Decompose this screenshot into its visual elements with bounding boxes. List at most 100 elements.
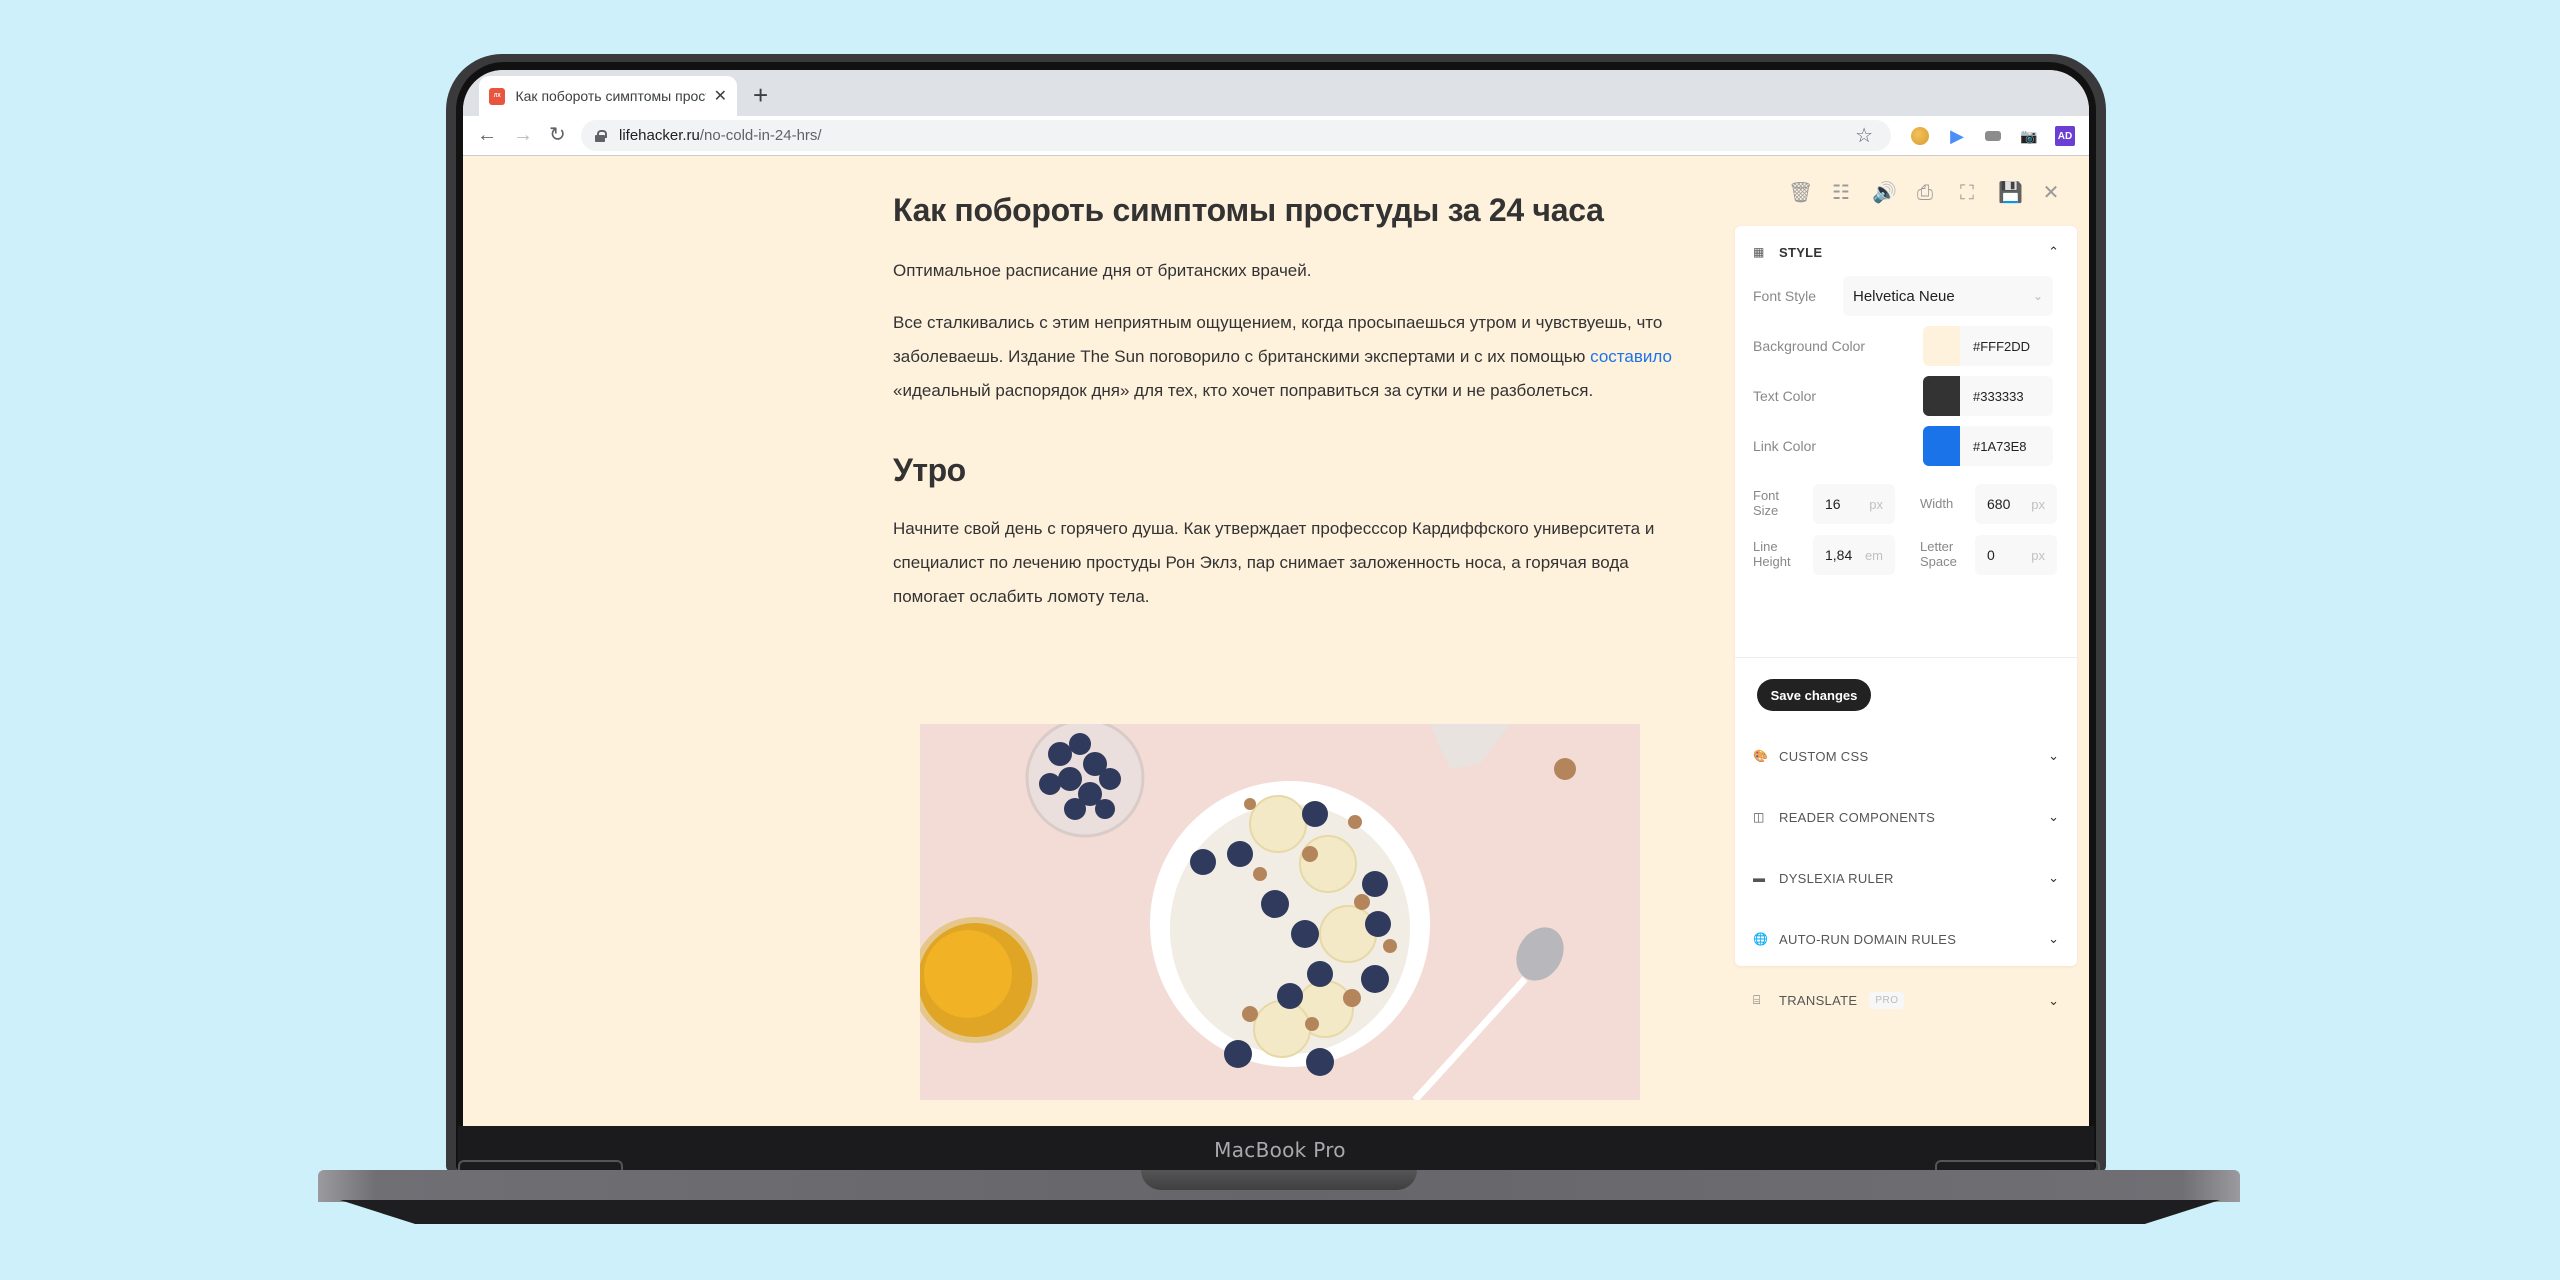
letter-space-unit: px	[2031, 547, 2045, 563]
device-label: MacBook Pro	[1214, 1138, 1346, 1162]
chevron-down-icon[interactable]: ⌄	[2048, 870, 2059, 886]
auto-run-domain-rules-section[interactable]: 🌐 AUTO-RUN DOMAIN RULES ⌄	[1753, 931, 2059, 947]
width-input[interactable]: 680 px	[1975, 484, 2057, 524]
intro-text-2: «идеальный распорядок дня» для тех, кто …	[893, 381, 1594, 400]
text-color-swatch[interactable]	[1923, 376, 1960, 416]
article: Как побороть симптомы простуды за 24 час…	[893, 190, 1683, 632]
article-image	[920, 724, 1640, 1100]
address-bar[interactable]: lifehacker.ru /no-cold-in-24-hrs/ ☆	[581, 120, 1891, 151]
settings-panel: ▦ STYLE ⌃ Font Style Helvetica Neue ⌄ Ba…	[1735, 226, 2077, 1009]
line-height-label-line2: Height	[1753, 554, 1791, 569]
new-tab-button[interactable]: +	[753, 80, 768, 110]
width-value: 680	[1987, 496, 2011, 512]
storage-extension-icon[interactable]	[1983, 126, 2003, 146]
fullscreen-icon[interactable]: ⛶	[1956, 182, 1978, 204]
link-color-swatch[interactable]	[1923, 426, 1960, 466]
custom-css-section[interactable]: 🎨 CUSTOM CSS ⌄	[1753, 748, 2059, 764]
oatmeal-photo	[920, 724, 1640, 1100]
trash-icon[interactable]: 🗑	[1788, 182, 1813, 204]
cookie-extension-icon[interactable]	[1911, 127, 1929, 145]
reader-toolbar: 🗑 ☷ 🔊 ⎙ ⛶ 💾 ✕	[1788, 182, 2062, 204]
auto-run-title: AUTO-RUN DOMAIN RULES	[1779, 931, 1957, 947]
article-link[interactable]: составило	[1590, 347, 1672, 366]
letter-space-label-line1: Letter	[1920, 539, 1954, 554]
text-color-picker[interactable]: #333333	[1923, 376, 2053, 416]
background-color-swatch[interactable]	[1923, 326, 1960, 366]
print-icon[interactable]: ⎙	[1914, 182, 1936, 204]
letter-space-value: 0	[1987, 547, 1995, 563]
section-text: Начните свой день с горячего душа. Как у…	[893, 519, 1655, 606]
line-height-value: 1,84	[1825, 547, 1853, 563]
lifehacker-favicon-icon: ЛХ	[489, 87, 506, 105]
text-color-label: Text Color	[1753, 388, 1817, 404]
dyslexia-ruler-section[interactable]: ▬ DYSLEXIA RULER ⌄	[1753, 870, 2059, 886]
url-path: /no-cold-in-24-hrs/	[699, 127, 822, 144]
letter-space-label: Letter Space	[1920, 539, 1957, 569]
bookmark-star-icon[interactable]: ☆	[1855, 123, 1873, 148]
line-height-unit: em	[1864, 547, 1883, 563]
laptop-notch	[1141, 1170, 1417, 1190]
style-title: STYLE	[1779, 244, 1823, 260]
back-icon[interactable]: ←	[477, 122, 497, 148]
pro-badge: PRO	[1869, 992, 1905, 1009]
play-extension-icon[interactable]: ▶	[1947, 126, 1967, 146]
reader-components-section[interactable]: ◫ READER COMPONENTS ⌄	[1753, 809, 2059, 825]
translate-section[interactable]: ⌸ TRANSLATE PRO ⌄	[1753, 992, 2059, 1009]
camera-extension-icon[interactable]: 📷	[2019, 126, 2039, 146]
link-color-picker[interactable]: #1A73E8	[1923, 426, 2053, 466]
background-color-picker[interactable]: #FFF2DD	[1923, 326, 2053, 366]
lock-icon	[595, 129, 607, 142]
chevron-down-icon[interactable]: ⌄	[2048, 748, 2059, 764]
link-color-value: #1A73E8	[1973, 438, 2027, 454]
font-style-value: Helvetica Neue	[1853, 287, 1955, 305]
globe-icon: 🌐	[1753, 932, 1768, 946]
line-height-label: Line Height	[1753, 539, 1791, 569]
section-heading: Утро	[893, 452, 966, 488]
browser-toolbar: ← → ↻ lifehacker.ru /no-cold-in-24-hrs/ …	[463, 116, 2089, 156]
speaker-icon[interactable]: 🔊	[1872, 182, 1897, 204]
text-color-value: #333333	[1973, 388, 2024, 404]
chevron-down-icon[interactable]: ⌄	[2048, 809, 2059, 825]
laptop-base-bottom	[340, 1200, 2220, 1224]
font-size-value: 16	[1825, 496, 1841, 512]
line-height-input[interactable]: 1,84 em	[1813, 535, 1895, 575]
style-icon: ▦	[1753, 245, 1765, 259]
save-icon[interactable]: 💾	[1998, 182, 2023, 204]
close-icon[interactable]: ✕	[2040, 182, 2062, 204]
sliders-icon[interactable]: ☷	[1830, 182, 1852, 204]
chevron-down-icon[interactable]: ⌄	[2048, 931, 2059, 947]
ad-extension-icon[interactable]: AD	[2055, 126, 2075, 146]
intro-text-1: Все сталкивались с этим неприятным ощуще…	[893, 313, 1663, 366]
url-host: lifehacker.ru	[619, 127, 700, 144]
font-style-label: Font Style	[1753, 288, 1817, 304]
ruler-icon: ▬	[1753, 871, 1765, 885]
translate-title: TRANSLATE	[1779, 993, 1858, 1008]
translate-icon: ⌸	[1753, 993, 1761, 1007]
dyslexia-ruler-title: DYSLEXIA RULER	[1779, 870, 1894, 886]
chevron-down-icon[interactable]: ⌄	[2048, 993, 2059, 1009]
font-size-label-line1: Font	[1753, 488, 1780, 503]
browser-tab[interactable]: ЛХ Как побороть симптомы прост ✕	[479, 76, 737, 116]
tab-title: Как побороть симптомы прост	[515, 88, 706, 104]
chevron-up-icon[interactable]: ⌃	[2048, 244, 2059, 260]
link-color-label: Link Color	[1753, 438, 1817, 454]
palette-icon: 🎨	[1753, 749, 1768, 763]
font-size-input[interactable]: 16 px	[1813, 484, 1895, 524]
width-unit: px	[2031, 496, 2045, 512]
chevron-down-icon: ⌄	[2032, 289, 2043, 303]
columns-icon: ◫	[1753, 810, 1765, 824]
letter-space-input[interactable]: 0 px	[1975, 535, 2057, 575]
letter-space-label-line2: Space	[1920, 554, 1957, 569]
width-label: Width	[1920, 496, 1954, 511]
style-section: ▦ STYLE ⌃ Font Style Helvetica Neue ⌄ Ba…	[1735, 226, 2077, 711]
font-style-select[interactable]: Helvetica Neue ⌄	[1843, 276, 2053, 316]
reader-components-title: READER COMPONENTS	[1779, 809, 1936, 825]
close-tab-icon[interactable]: ✕	[714, 86, 727, 106]
line-height-label-line1: Line	[1753, 539, 1778, 554]
style-section-header[interactable]: ▦ STYLE ⌃	[1753, 244, 2059, 260]
article-subtitle: Оптимальное расписание дня от британских…	[893, 261, 1312, 280]
reload-icon[interactable]: ↻	[549, 122, 566, 148]
save-changes-button[interactable]: Save changes	[1757, 679, 1871, 711]
forward-icon[interactable]: →	[513, 122, 533, 148]
font-size-label: Font Size	[1753, 488, 1779, 518]
